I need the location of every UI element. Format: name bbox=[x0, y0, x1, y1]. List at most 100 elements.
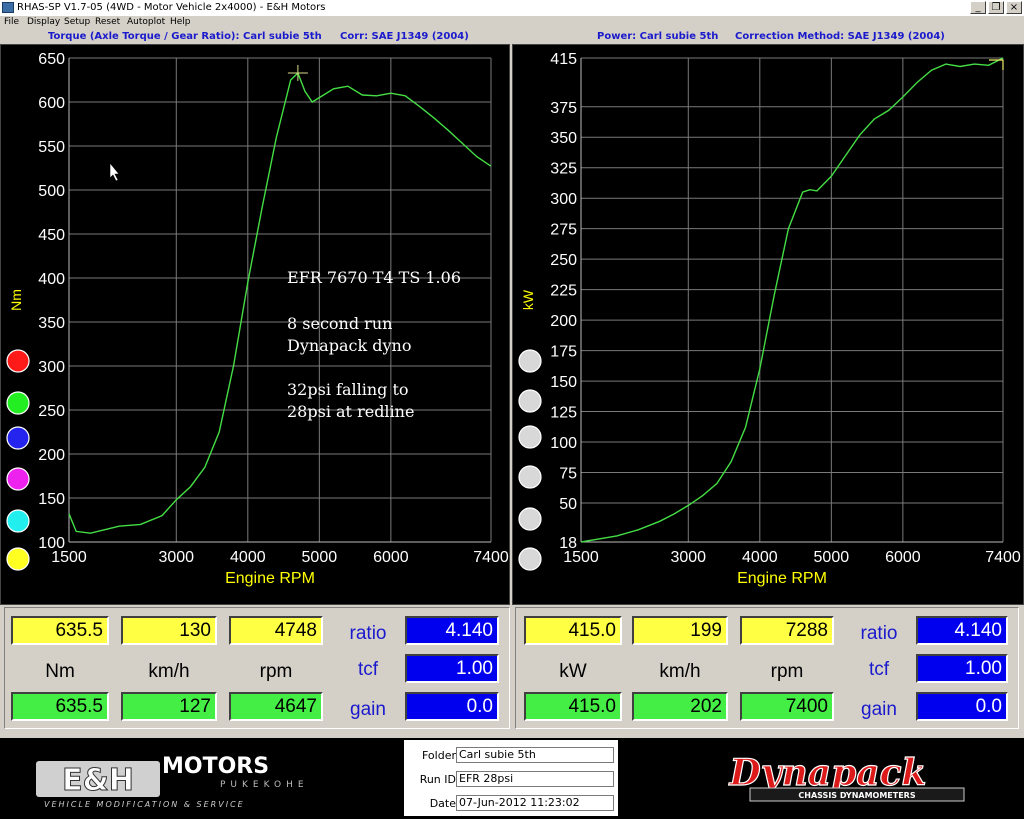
ratio-label: ratio bbox=[349, 623, 387, 644]
folder-field[interactable]: Carl subie 5th bbox=[456, 747, 614, 763]
gain-value-right[interactable]: 0.0 bbox=[916, 692, 1008, 721]
power-unit-kmh: km/h bbox=[659, 661, 701, 682]
power-y-tick-label: 100 bbox=[550, 435, 577, 452]
torque-unit-nm: Nm bbox=[45, 661, 75, 682]
power-x-tick-label: 5000 bbox=[814, 549, 850, 566]
close-button[interactable]: × bbox=[1006, 1, 1022, 14]
annotation-line: 8 second run bbox=[287, 314, 392, 333]
power-x-tick-label: 7400 bbox=[985, 549, 1021, 566]
menu-display[interactable]: Display bbox=[27, 16, 60, 29]
tcf-value-right[interactable]: 1.00 bbox=[916, 654, 1008, 683]
plot-color-swatch bbox=[518, 465, 542, 489]
power-panel-title: Power: Carl subie 5th bbox=[597, 31, 719, 42]
dynapack-logo: Dynapack CHASSIS DYNAMOMETERS bbox=[728, 751, 965, 802]
power-x-tick-label: 3000 bbox=[670, 549, 706, 566]
minimize-button[interactable]: _ bbox=[970, 1, 986, 14]
power-y-tick-label: 175 bbox=[550, 344, 577, 361]
torque-x-tick-label: 1500 bbox=[51, 549, 87, 566]
power-chart-panel: 18 50 75 100 125 150 175 200 225 250 275 300 325 350 3… bbox=[512, 44, 1024, 605]
torque-series-line bbox=[68, 71, 492, 534]
power-peak-value: 415.0 bbox=[524, 616, 622, 645]
torque-chart[interactable]: 1001502002503003504004505005506006501500… bbox=[1, 45, 509, 604]
menu-reset[interactable]: Reset bbox=[95, 16, 120, 29]
ratio-value[interactable]: 4.140 bbox=[405, 616, 499, 645]
window-title: RHAS-SP V1.7-05 (4WD - Motor Vehicle 2x4… bbox=[17, 2, 326, 13]
run-info-panel: Folder Carl subie 5th Run ID EFR 28psi D… bbox=[404, 740, 618, 816]
power-y-tick-label: 200 bbox=[550, 313, 577, 330]
torque-cursor-rpm: 4647 bbox=[229, 692, 323, 721]
power-x-tick-label: 4000 bbox=[742, 549, 778, 566]
torque-y-tick-label: 550 bbox=[38, 139, 65, 156]
torque-y-axis-label: Nm bbox=[8, 289, 24, 311]
power-x-tick-label: 1500 bbox=[563, 549, 599, 566]
power-peak-rpm: 7288 bbox=[740, 616, 834, 645]
power-y-tick-label: 150 bbox=[550, 374, 577, 391]
ratio-label-right: ratio bbox=[860, 623, 898, 644]
annotation-line: Dynapack dyno bbox=[287, 336, 411, 355]
folder-label: Folder bbox=[422, 749, 456, 762]
date-field[interactable]: 07-Jun-2012 11:23:02 bbox=[456, 795, 614, 811]
run-id-field[interactable]: EFR 28psi bbox=[456, 771, 614, 787]
plot-color-swatch bbox=[6, 391, 30, 415]
power-cursor-rpm: 7400 bbox=[740, 692, 834, 721]
menu-file[interactable]: File bbox=[4, 16, 19, 29]
plot-color-swatch bbox=[6, 509, 30, 533]
power-grid bbox=[580, 57, 1004, 543]
power-y-tick-label: 75 bbox=[559, 466, 577, 483]
eh-logo-tag: VEHICLE MODIFICATION & SERVICE bbox=[44, 800, 245, 809]
power-y-tick-label: 300 bbox=[550, 191, 577, 208]
tcf-value[interactable]: 1.00 bbox=[405, 654, 499, 683]
torque-y-tick-label: 200 bbox=[38, 447, 65, 464]
power-x-axis-label: Engine RPM bbox=[737, 570, 827, 587]
power-unit-rpm: rpm bbox=[770, 661, 804, 682]
plot-color-swatch bbox=[518, 349, 542, 373]
power-x-tick-label: 6000 bbox=[885, 549, 921, 566]
torque-unit-rpm: rpm bbox=[259, 661, 293, 682]
menu-help[interactable]: Help bbox=[170, 16, 191, 29]
torque-y-tick-label: 250 bbox=[38, 403, 65, 420]
tcf-label-right: tcf bbox=[868, 659, 890, 680]
power-chart[interactable]: 1850751001251501752002252502753003253503… bbox=[513, 45, 1023, 604]
title-bar: RHAS-SP V1.7-05 (4WD - Motor Vehicle 2x4… bbox=[0, 0, 1024, 17]
torque-y-tick-label: 350 bbox=[38, 315, 65, 332]
power-y-tick-label: 250 bbox=[550, 252, 577, 269]
plot-color-swatch bbox=[518, 547, 542, 571]
power-panel-corr: Correction Method: SAE J1349 (2004) bbox=[735, 31, 945, 42]
power-y-tick-label: 275 bbox=[550, 222, 577, 239]
torque-peak-value: 635.5 bbox=[11, 616, 109, 645]
torque-y-tick-label: 500 bbox=[38, 183, 65, 200]
menu-setup[interactable]: Setup bbox=[64, 16, 90, 29]
gain-label: gain bbox=[350, 699, 386, 720]
plot-color-swatch bbox=[6, 547, 30, 571]
torque-y-tick-label: 600 bbox=[38, 95, 65, 112]
run-id-label: Run ID bbox=[419, 773, 456, 786]
torque-panel-title: Torque (Axle Torque / Gear Ratio): Carl … bbox=[48, 31, 322, 42]
gain-value[interactable]: 0.0 bbox=[405, 692, 499, 721]
plot-color-swatch bbox=[518, 425, 542, 449]
plot-color-swatch bbox=[6, 349, 30, 373]
power-cursor-speed: 202 bbox=[632, 692, 728, 721]
restore-button[interactable]: ❐ bbox=[988, 1, 1004, 14]
menu-autoplot[interactable]: Autoplot bbox=[127, 16, 165, 29]
annotation-line: 28psi at redline bbox=[287, 402, 414, 421]
plot-color-swatch bbox=[6, 426, 30, 450]
power-y-tick-label: 50 bbox=[559, 496, 577, 513]
torque-chart-panel: 100 150 200 250 300 350 400 450 500 550 600 650 1500… bbox=[0, 44, 510, 605]
ratio-value-right[interactable]: 4.140 bbox=[916, 616, 1008, 645]
power-y-tick-label: 375 bbox=[550, 100, 577, 117]
plot-color-swatch bbox=[518, 389, 542, 413]
power-peak-speed: 199 bbox=[632, 616, 728, 645]
torque-peak-speed: 130 bbox=[121, 616, 217, 645]
torque-cursor-value: 635.5 bbox=[11, 692, 109, 721]
power-readout-panel: 415.0 199 7288 kW km/h rpm 415.0 202 740… bbox=[515, 607, 1019, 729]
torque-x-axis-label: Engine RPM bbox=[225, 570, 315, 587]
date-label: Date bbox=[429, 797, 456, 810]
torque-y-tick-label: 450 bbox=[38, 227, 65, 244]
power-y-axis-label: kW bbox=[520, 289, 536, 310]
torque-y-tick-label: 400 bbox=[38, 271, 65, 288]
window-controls: _ ❐ × bbox=[970, 1, 1022, 15]
menu-bar: File Display Setup Reset Autoplot Help bbox=[0, 16, 1024, 29]
power-series-line bbox=[580, 57, 1004, 543]
power-y-tick-label: 350 bbox=[550, 130, 577, 147]
eh-logo-text: MOTORS bbox=[162, 754, 269, 779]
